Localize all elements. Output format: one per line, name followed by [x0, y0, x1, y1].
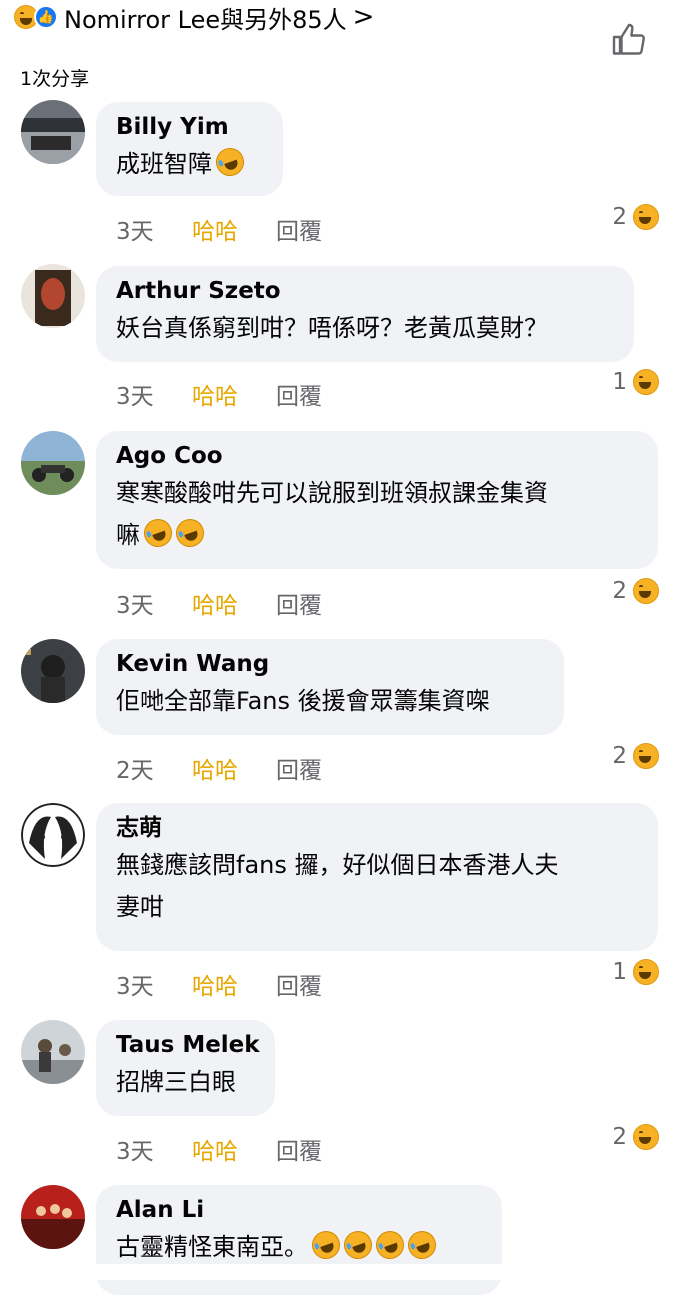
haha-reaction-button[interactable]: 哈哈	[192, 751, 276, 785]
comment-bubble: Taus Melek 招牌三白眼	[96, 1020, 275, 1116]
commenter-name[interactable]: Ago Coo	[116, 440, 638, 472]
haha-reaction-button[interactable]: 哈哈	[192, 1132, 276, 1166]
reaction-count[interactable]: 2	[612, 578, 659, 604]
commenter-name[interactable]: Arthur Szeto	[116, 275, 614, 307]
rolling-laughing-emoji	[308, 1227, 344, 1263]
comment-actions: 2天 哈哈 回覆	[116, 751, 322, 785]
reaction-count[interactable]: 1	[612, 959, 659, 985]
rolling-laughing-emoji	[172, 515, 208, 551]
comment-text: 佢哋全部靠Fans 後援會眾籌集資㗎	[116, 687, 490, 715]
comment-actions: 3天 哈哈 回覆	[116, 1132, 322, 1166]
reaction-count[interactable]: 2	[612, 1124, 659, 1150]
reply-button[interactable]: 回覆	[276, 377, 322, 411]
commenter-name[interactable]: 志萌	[116, 812, 638, 844]
comment-bubble: Kevin Wang 佢哋全部靠Fans 後援會眾籌集資㗎	[96, 639, 564, 735]
comment-actions: 3天 哈哈 回覆	[116, 586, 322, 620]
rolling-laughing-emoji	[140, 515, 176, 551]
comment-text: 招牌三白眼	[116, 1068, 236, 1096]
comment-actions: 3天 哈哈 回覆	[116, 377, 322, 411]
avatar-alan-li[interactable]	[21, 1185, 85, 1249]
avatar-ago-coo[interactable]	[21, 431, 85, 495]
reply-button[interactable]: 回覆	[276, 751, 322, 785]
comment-bubble: Billy Yim 成班智障	[96, 102, 283, 196]
reactors-text: Nomirror Lee與另外85人	[64, 5, 347, 34]
reaction-count[interactable]: 2	[612, 743, 659, 769]
comment-time: 3天	[116, 593, 154, 619]
like-icon: 👍	[34, 5, 58, 29]
commenter-name[interactable]: Alan Li	[116, 1194, 482, 1226]
haha-reaction-button[interactable]: 哈哈	[192, 586, 276, 620]
commenter-name[interactable]: Billy Yim	[116, 111, 263, 143]
haha-icon	[633, 959, 659, 985]
avatar-billy-yim[interactable]	[21, 100, 85, 164]
haha-reaction-button[interactable]: 哈哈	[192, 377, 276, 411]
reaction-count[interactable]: 2	[612, 204, 659, 230]
comment-text-line: 無錢應該問fans 攞，好似個日本香港人夫	[116, 851, 559, 879]
comment-time: 3天	[116, 1139, 154, 1165]
haha-reaction-button[interactable]: 哈哈	[192, 212, 276, 246]
rolling-laughing-emoji	[372, 1227, 408, 1263]
haha-reaction-button[interactable]: 哈哈	[192, 967, 276, 1001]
reaction-summary[interactable]: 👍 Nomirror Lee與另外85人 >	[14, 0, 374, 34]
avatar-taus-melek[interactable]	[21, 1020, 85, 1084]
comment-time: 3天	[116, 384, 154, 410]
like-button-icon[interactable]	[611, 22, 647, 58]
reply-button[interactable]: 回覆	[276, 1132, 322, 1166]
chevron-right-icon: >	[352, 2, 375, 32]
avatar-arthur-szeto[interactable]	[21, 264, 85, 328]
shares-count[interactable]: 1次分享	[20, 64, 89, 91]
comment-text: 古靈精怪東南亞。	[116, 1226, 482, 1268]
avatar-zhi-meng[interactable]	[21, 803, 85, 867]
commenter-name[interactable]: Kevin Wang	[116, 648, 544, 680]
haha-icon	[633, 369, 659, 395]
haha-icon	[633, 1124, 659, 1150]
haha-icon	[633, 743, 659, 769]
reaction-count[interactable]: 1	[612, 369, 659, 395]
reply-button[interactable]: 回覆	[276, 586, 322, 620]
comment-time: 2天	[116, 758, 154, 784]
comment-actions: 3天 哈哈 回覆	[116, 967, 322, 1001]
commenter-name[interactable]: Taus Melek	[116, 1029, 260, 1061]
comment-time: 3天	[116, 974, 154, 1000]
comment-time: 3天	[116, 219, 154, 245]
comment-text-line: 妻咁	[116, 893, 164, 921]
rolling-laughing-emoji	[212, 144, 248, 180]
rolling-laughing-emoji	[340, 1227, 376, 1263]
comment-bubble: Arthur Szeto 妖台真係窮到咁？唔係呀？老黃瓜莫財？	[96, 266, 634, 362]
bottom-fade	[0, 1264, 679, 1280]
haha-icon	[633, 204, 659, 230]
comment-text: 妖台真係窮到咁？唔係呀？老黃瓜莫財？	[116, 314, 548, 342]
comment-bubble: Ago Coo 寒寒酸酸咁先可以說服到班領叔課金集資 嘛	[96, 431, 658, 569]
haha-icon	[633, 578, 659, 604]
comment-text: 成班智障	[116, 143, 263, 185]
rolling-laughing-emoji	[404, 1227, 440, 1263]
reply-button[interactable]: 回覆	[276, 967, 322, 1001]
reply-button[interactable]: 回覆	[276, 212, 322, 246]
comment-bubble: 志萌 無錢應該問fans 攞，好似個日本香港人夫 妻咁	[96, 803, 658, 951]
comment-text-line: 嘛	[116, 514, 638, 556]
comment-actions: 3天 哈哈 回覆	[116, 212, 322, 246]
avatar-kevin-wang[interactable]	[21, 639, 85, 703]
comment-text-line: 寒寒酸酸咁先可以說服到班領叔課金集資	[116, 479, 548, 507]
